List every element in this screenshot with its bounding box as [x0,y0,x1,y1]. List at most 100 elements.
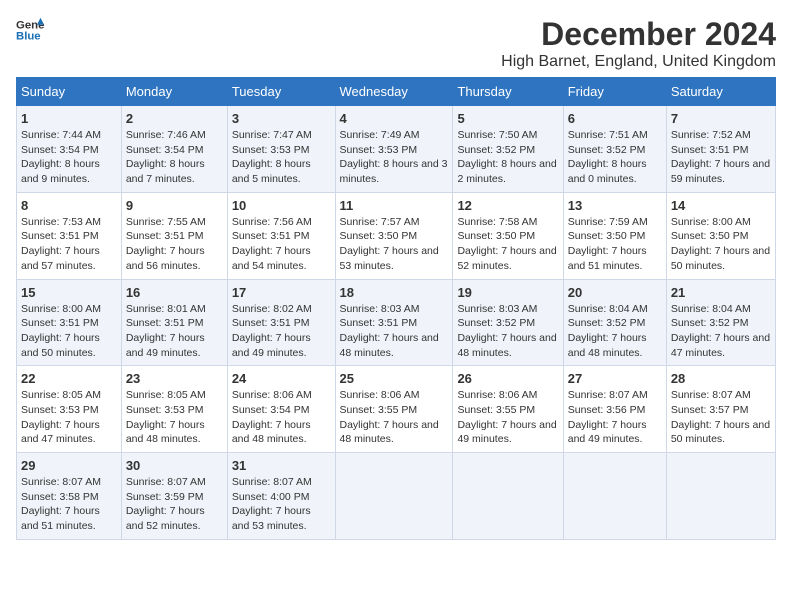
calendar-cell: 13 Sunrise: 7:59 AMSunset: 3:50 PMDaylig… [563,192,666,279]
calendar-cell: 10 Sunrise: 7:56 AMSunset: 3:51 PMDaylig… [227,192,335,279]
calendar-week-row: 1 Sunrise: 7:44 AMSunset: 3:54 PMDayligh… [17,106,776,193]
weekday-header: Monday [121,78,227,106]
calendar-week-row: 22 Sunrise: 8:05 AMSunset: 3:53 PMDaylig… [17,366,776,453]
cell-content: Sunrise: 8:07 AMSunset: 3:59 PMDaylight:… [126,476,206,532]
day-number: 11 [340,198,449,213]
day-number: 22 [21,371,117,386]
cell-content: Sunrise: 8:06 AMSunset: 3:55 PMDaylight:… [457,389,556,445]
calendar-cell: 3 Sunrise: 7:47 AMSunset: 3:53 PMDayligh… [227,106,335,193]
day-number: 24 [232,371,331,386]
day-number: 26 [457,371,558,386]
calendar-cell: 1 Sunrise: 7:44 AMSunset: 3:54 PMDayligh… [17,106,122,193]
day-number: 25 [340,371,449,386]
cell-content: Sunrise: 8:03 AMSunset: 3:51 PMDaylight:… [340,303,439,359]
calendar-cell: 29 Sunrise: 8:07 AMSunset: 3:58 PMDaylig… [17,453,122,540]
day-number: 12 [457,198,558,213]
calendar-cell: 16 Sunrise: 8:01 AMSunset: 3:51 PMDaylig… [121,279,227,366]
page-subtitle: High Barnet, England, United Kingdom [501,53,776,71]
calendar-cell: 2 Sunrise: 7:46 AMSunset: 3:54 PMDayligh… [121,106,227,193]
svg-text:Blue: Blue [16,31,41,43]
calendar-cell: 30 Sunrise: 8:07 AMSunset: 3:59 PMDaylig… [121,453,227,540]
cell-content: Sunrise: 8:05 AMSunset: 3:53 PMDaylight:… [21,389,101,445]
cell-content: Sunrise: 8:07 AMSunset: 3:57 PMDaylight:… [671,389,770,445]
day-number: 17 [232,285,331,300]
day-number: 28 [671,371,771,386]
page-title: December 2024 [501,16,776,53]
day-number: 14 [671,198,771,213]
day-number: 6 [568,111,662,126]
weekday-header: Tuesday [227,78,335,106]
weekday-header: Thursday [453,78,563,106]
calendar-week-row: 15 Sunrise: 8:00 AMSunset: 3:51 PMDaylig… [17,279,776,366]
day-number: 15 [21,285,117,300]
calendar-cell: 19 Sunrise: 8:03 AMSunset: 3:52 PMDaylig… [453,279,563,366]
cell-content: Sunrise: 8:07 AMSunset: 4:00 PMDaylight:… [232,476,312,532]
calendar-cell [453,453,563,540]
page-header: General Blue December 2024 High Barnet, … [16,16,776,71]
calendar-cell: 28 Sunrise: 8:07 AMSunset: 3:57 PMDaylig… [666,366,775,453]
day-number: 20 [568,285,662,300]
day-number: 18 [340,285,449,300]
calendar-cell: 25 Sunrise: 8:06 AMSunset: 3:55 PMDaylig… [335,366,453,453]
calendar-header: SundayMondayTuesdayWednesdayThursdayFrid… [17,78,776,106]
day-number: 31 [232,458,331,473]
cell-content: Sunrise: 8:04 AMSunset: 3:52 PMDaylight:… [568,303,648,359]
cell-content: Sunrise: 8:07 AMSunset: 3:56 PMDaylight:… [568,389,648,445]
day-number: 3 [232,111,331,126]
calendar-table: SundayMondayTuesdayWednesdayThursdayFrid… [16,77,776,540]
calendar-cell: 24 Sunrise: 8:06 AMSunset: 3:54 PMDaylig… [227,366,335,453]
cell-content: Sunrise: 8:04 AMSunset: 3:52 PMDaylight:… [671,303,770,359]
day-number: 21 [671,285,771,300]
calendar-cell: 6 Sunrise: 7:51 AMSunset: 3:52 PMDayligh… [563,106,666,193]
day-number: 13 [568,198,662,213]
calendar-cell: 31 Sunrise: 8:07 AMSunset: 4:00 PMDaylig… [227,453,335,540]
cell-content: Sunrise: 8:02 AMSunset: 3:51 PMDaylight:… [232,303,312,359]
day-number: 23 [126,371,223,386]
calendar-cell: 20 Sunrise: 8:04 AMSunset: 3:52 PMDaylig… [563,279,666,366]
day-number: 29 [21,458,117,473]
calendar-cell: 23 Sunrise: 8:05 AMSunset: 3:53 PMDaylig… [121,366,227,453]
day-number: 10 [232,198,331,213]
calendar-week-row: 29 Sunrise: 8:07 AMSunset: 3:58 PMDaylig… [17,453,776,540]
calendar-cell [666,453,775,540]
cell-content: Sunrise: 8:07 AMSunset: 3:58 PMDaylight:… [21,476,101,532]
weekday-header: Sunday [17,78,122,106]
weekday-header: Wednesday [335,78,453,106]
calendar-cell: 14 Sunrise: 8:00 AMSunset: 3:50 PMDaylig… [666,192,775,279]
cell-content: Sunrise: 8:00 AMSunset: 3:50 PMDaylight:… [671,216,770,272]
cell-content: Sunrise: 7:46 AMSunset: 3:54 PMDaylight:… [126,129,206,185]
day-number: 30 [126,458,223,473]
day-number: 9 [126,198,223,213]
calendar-cell: 4 Sunrise: 7:49 AMSunset: 3:53 PMDayligh… [335,106,453,193]
calendar-week-row: 8 Sunrise: 7:53 AMSunset: 3:51 PMDayligh… [17,192,776,279]
day-number: 16 [126,285,223,300]
calendar-cell: 18 Sunrise: 8:03 AMSunset: 3:51 PMDaylig… [335,279,453,366]
cell-content: Sunrise: 7:59 AMSunset: 3:50 PMDaylight:… [568,216,648,272]
cell-content: Sunrise: 7:57 AMSunset: 3:50 PMDaylight:… [340,216,439,272]
cell-content: Sunrise: 7:50 AMSunset: 3:52 PMDaylight:… [457,129,556,185]
day-number: 27 [568,371,662,386]
calendar-cell: 17 Sunrise: 8:02 AMSunset: 3:51 PMDaylig… [227,279,335,366]
day-number: 5 [457,111,558,126]
day-number: 1 [21,111,117,126]
logo: General Blue [16,16,44,44]
cell-content: Sunrise: 8:06 AMSunset: 3:54 PMDaylight:… [232,389,312,445]
cell-content: Sunrise: 7:51 AMSunset: 3:52 PMDaylight:… [568,129,648,185]
calendar-cell: 12 Sunrise: 7:58 AMSunset: 3:50 PMDaylig… [453,192,563,279]
calendar-cell: 8 Sunrise: 7:53 AMSunset: 3:51 PMDayligh… [17,192,122,279]
weekday-header: Friday [563,78,666,106]
calendar-cell: 9 Sunrise: 7:55 AMSunset: 3:51 PMDayligh… [121,192,227,279]
cell-content: Sunrise: 8:01 AMSunset: 3:51 PMDaylight:… [126,303,206,359]
logo-icon: General Blue [16,16,44,44]
calendar-cell: 22 Sunrise: 8:05 AMSunset: 3:53 PMDaylig… [17,366,122,453]
day-number: 4 [340,111,449,126]
cell-content: Sunrise: 7:52 AMSunset: 3:51 PMDaylight:… [671,129,770,185]
cell-content: Sunrise: 7:44 AMSunset: 3:54 PMDaylight:… [21,129,101,185]
day-number: 19 [457,285,558,300]
calendar-cell: 11 Sunrise: 7:57 AMSunset: 3:50 PMDaylig… [335,192,453,279]
calendar-cell: 7 Sunrise: 7:52 AMSunset: 3:51 PMDayligh… [666,106,775,193]
calendar-cell: 26 Sunrise: 8:06 AMSunset: 3:55 PMDaylig… [453,366,563,453]
cell-content: Sunrise: 7:55 AMSunset: 3:51 PMDaylight:… [126,216,206,272]
day-number: 8 [21,198,117,213]
day-number: 2 [126,111,223,126]
